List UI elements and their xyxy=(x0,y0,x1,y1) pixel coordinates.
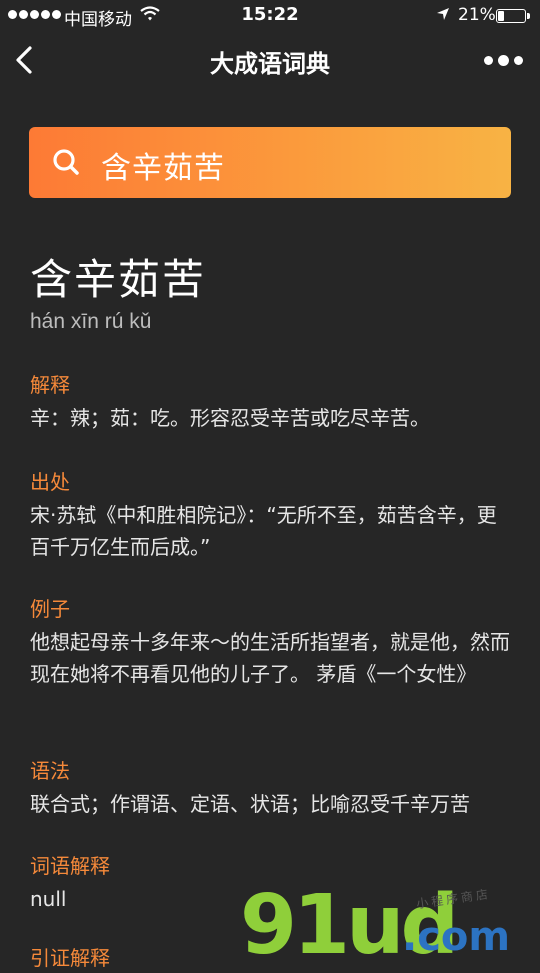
section-content: 联合式；作谓语、定语、状语；比喻忍受千辛万苦 xyxy=(30,792,470,816)
battery-percent: 21% xyxy=(458,5,496,25)
section-grammar: 语法 联合式；作谓语、定语、状语；比喻忍受千辛万苦 xyxy=(30,757,516,820)
more-options-button[interactable] xyxy=(484,52,524,68)
battery-icon xyxy=(496,9,530,23)
section-label: 出处 xyxy=(30,470,70,494)
search-input[interactable]: 含辛茹苦 xyxy=(29,127,511,198)
section-content: 辛：辣；茹：吃。形容忍受辛苦或吃尽辛苦。 xyxy=(30,406,430,430)
section-explanation: 解释 辛：辣；茹：吃。形容忍受辛苦或吃尽辛苦。 xyxy=(30,371,516,434)
section-label: 解释 xyxy=(30,373,70,397)
section-source: 出处 宋·苏轼《中和胜相院记》：“无所不至，茹苦含辛，更百千万亿生而后成。” xyxy=(30,468,516,563)
page-title: 大成语词典 xyxy=(210,50,330,78)
watermark-logo: 91ud 小程序商店 .com xyxy=(240,878,540,973)
idiom-pinyin: hán xīn rú kǔ xyxy=(30,310,152,333)
section-content: 他想起母亲十多年来～的生活所指望者，就是他，然而现在她将不再看见他的儿子了。 茅… xyxy=(30,630,510,686)
watermark-domain: .com xyxy=(402,914,511,960)
section-content: 宋·苏轼《中和胜相院记》：“无所不至，茹苦含辛，更百千万亿生而后成。” xyxy=(30,503,497,559)
more-dots-icon xyxy=(484,55,493,65)
nav-bar: 大成语词典 xyxy=(0,32,540,88)
search-icon xyxy=(53,149,79,175)
status-bar: 中国移动 15:22 21% xyxy=(0,0,540,32)
section-label: 例子 xyxy=(30,597,70,621)
section-label: 词语解释 xyxy=(30,854,110,878)
section-label: 语法 xyxy=(30,759,70,783)
section-example: 例子 他想起母亲十多年来～的生活所指望者，就是他，然而现在她将不再看见他的儿子了… xyxy=(30,595,516,690)
location-arrow-icon xyxy=(437,8,449,20)
idiom-title: 含辛茹苦 xyxy=(30,255,207,304)
search-query: 含辛茹苦 xyxy=(101,151,225,186)
